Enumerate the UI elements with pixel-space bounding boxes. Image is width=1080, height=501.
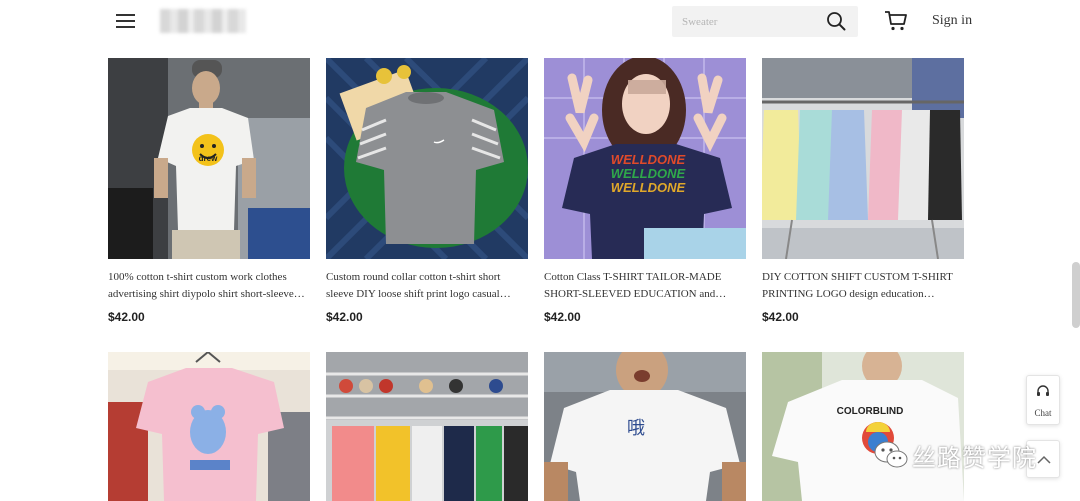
product-image[interactable]: WELLDONE WELLDONE WELLDONE <box>544 58 746 259</box>
tee-print-text: drew <box>199 154 218 163</box>
product-card[interactable] <box>326 352 528 501</box>
product-title[interactable]: Cotton Class T-SHIRT TAILOR-MADE SHORT-S… <box>544 269 746 303</box>
chat-label: Chat <box>1034 408 1052 418</box>
product-image[interactable]: 哦 <box>544 352 746 501</box>
search-icon[interactable] <box>826 11 846 31</box>
product-title[interactable]: DIY COTTON SHIFT CUSTOM T-SHIRT PRINTING… <box>762 269 964 303</box>
product-image[interactable]: drew <box>108 58 310 259</box>
product-photo-shop-shelf-tees <box>326 352 528 501</box>
product-image[interactable] <box>762 58 964 259</box>
product-card[interactable]: COLORBLIND <box>762 352 964 501</box>
site-logo-blurred[interactable] <box>160 9 246 33</box>
wechat-watermark: 丝路赞学院 <box>874 436 1060 472</box>
product-card[interactable]: Custom round collar cotton t-shirt short… <box>326 58 528 324</box>
product-photo-tees-on-rack <box>762 58 964 259</box>
product-image[interactable] <box>108 352 310 501</box>
watermark-text: 丝路赞学院 <box>912 444 1037 472</box>
headset-icon <box>1037 385 1049 396</box>
product-photo-navy-tee-woman: WELLDONE WELLDONE WELLDONE <box>544 58 746 259</box>
product-price: $42.00 <box>544 310 581 324</box>
product-image[interactable] <box>326 58 528 259</box>
product-title[interactable]: Custom round collar cotton t-shirt short… <box>326 269 528 303</box>
product-image[interactable] <box>326 352 528 501</box>
product-card[interactable]: 哦 <box>544 352 746 501</box>
product-title[interactable]: 100% cotton t-shirt custom work clothes … <box>108 269 310 303</box>
product-price: $42.00 <box>108 310 145 324</box>
search-input[interactable] <box>682 12 812 32</box>
product-price: $42.00 <box>326 310 363 324</box>
tee-print-line-1: WELLDONE <box>611 152 686 167</box>
product-card[interactable]: DIY COTTON SHIFT CUSTOM T-SHIRT PRINTING… <box>762 58 964 324</box>
chat-button[interactable]: Chat <box>1026 375 1060 425</box>
product-card[interactable]: WELLDONE WELLDONE WELLDONE Cotton Class … <box>544 58 746 324</box>
product-card[interactable] <box>108 352 310 501</box>
tee-print-glyph: 哦 <box>627 418 645 439</box>
product-image[interactable]: COLORBLIND <box>762 352 964 501</box>
product-photo-man-white-tee: drew <box>108 58 310 259</box>
sign-in-link[interactable]: Sign in <box>932 13 972 29</box>
wechat-icon <box>874 441 908 468</box>
tee-print-line-3: WELLDONE <box>611 180 686 195</box>
product-price: $42.00 <box>762 310 799 324</box>
cart-icon[interactable] <box>884 10 908 32</box>
product-photo-man-white-tee-print: 哦 <box>544 352 746 501</box>
tee-print-line-2: WELLDONE <box>611 166 686 181</box>
page-scrollbar[interactable] <box>1072 262 1080 328</box>
tee-print-text: COLORBLIND <box>837 406 904 417</box>
menu-icon[interactable] <box>116 14 136 30</box>
product-photo-grey-tee-flatlay <box>326 58 528 259</box>
top-header: Sign in <box>0 0 1080 48</box>
product-photo-pink-tee-bear <box>108 352 310 501</box>
product-card[interactable]: drew 100% cotton t-shirt custom work clo… <box>108 58 310 324</box>
product-photo-man-colorblind-tee: COLORBLIND <box>762 352 964 501</box>
